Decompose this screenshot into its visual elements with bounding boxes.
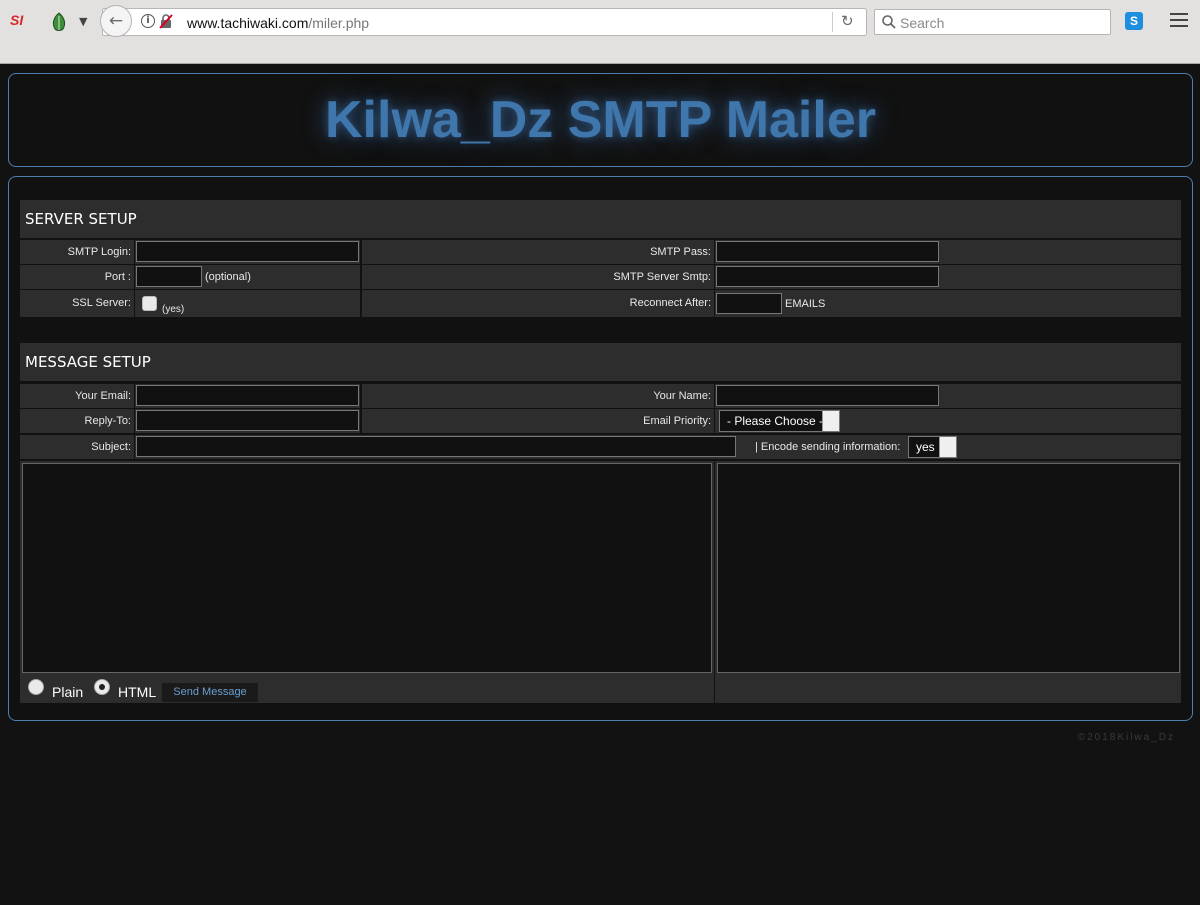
email-list-textarea[interactable] xyxy=(717,463,1180,673)
header-panel: Kilwa_Dz SMTP Mailer xyxy=(8,73,1193,167)
hamburger-menu-icon[interactable] xyxy=(1170,13,1188,29)
reload-icon[interactable]: ↻ xyxy=(841,12,854,30)
port-input[interactable] xyxy=(136,266,202,287)
url-text[interactable]: www.tachiwaki.com/miler.php xyxy=(187,15,369,31)
ssl-checkbox[interactable] xyxy=(142,296,157,311)
search-placeholder: Search xyxy=(900,15,945,31)
mixed-content-lock-icon[interactable] xyxy=(159,14,173,29)
your-name-label: Your Name: xyxy=(362,384,714,408)
reply-to-input[interactable] xyxy=(136,410,359,431)
encode-label: | Encode sending information: xyxy=(755,441,901,453)
email-priority-value: - Please Choose - xyxy=(727,414,824,428)
server-setup-heading: SERVER SETUP xyxy=(20,200,1181,238)
reply-to-label: Reply-To: xyxy=(20,409,134,433)
address-bar[interactable]: i www.tachiwaki.com/miler.php ↻ xyxy=(102,8,867,36)
message-body-textarea[interactable] xyxy=(22,463,712,673)
port-optional-note: (optional) xyxy=(205,271,251,283)
si-extension-label: SI xyxy=(10,12,24,28)
your-email-input[interactable] xyxy=(136,385,359,406)
browser-toolbar: SI ▼ i www.tachiwaki.com/miler.php ↻ ← S… xyxy=(0,0,1200,64)
ssl-server-label: SSL Server: xyxy=(20,290,134,317)
smtp-pass-label: SMTP Pass: xyxy=(362,240,714,264)
send-message-button[interactable]: Send Message xyxy=(162,683,258,702)
leaf-extension-icon[interactable] xyxy=(50,12,68,32)
encode-value: yes xyxy=(916,440,935,454)
your-email-label: Your Email: xyxy=(20,384,134,408)
info-icon[interactable]: i xyxy=(141,14,155,28)
reconnect-after-label: Reconnect After: xyxy=(362,290,714,317)
smtp-server-input[interactable] xyxy=(716,266,939,287)
reconnect-input[interactable] xyxy=(716,293,782,314)
si-extension-icon[interactable]: SI xyxy=(10,12,32,32)
email-priority-select[interactable]: - Please Choose - xyxy=(719,410,840,432)
smtp-server-label: SMTP Server Smtp: xyxy=(362,265,714,289)
smtp-pass-input[interactable] xyxy=(716,241,939,262)
footer-copyright: ©2018Kilwa_Dz xyxy=(1077,732,1175,743)
encode-select[interactable]: yes xyxy=(908,436,957,458)
your-name-input[interactable] xyxy=(716,385,939,406)
chevron-down-icon[interactable]: ▼ xyxy=(79,15,87,28)
page-title: Kilwa_Dz SMTP Mailer xyxy=(325,91,876,149)
send-options-bar-right xyxy=(715,675,1181,703)
email-priority-label: Email Priority: xyxy=(362,409,714,433)
search-icon xyxy=(882,15,896,29)
subject-input[interactable] xyxy=(136,436,736,457)
back-button[interactable]: ← xyxy=(100,5,132,37)
plain-radio[interactable] xyxy=(28,679,44,695)
dropdown-arrow-icon xyxy=(822,411,839,431)
plain-radio-label: Plain xyxy=(52,684,84,700)
search-box[interactable]: Search xyxy=(874,9,1111,35)
port-label: Port : xyxy=(20,265,134,289)
subject-label: Subject: xyxy=(20,435,134,459)
url-path: /miler.php xyxy=(308,15,370,31)
ssl-yes-note: (yes) xyxy=(162,304,185,315)
skype-extension-icon[interactable]: S xyxy=(1125,12,1143,30)
back-arrow-icon: ← xyxy=(108,11,124,31)
html-radio[interactable] xyxy=(94,679,110,695)
dropdown-arrow-icon xyxy=(939,437,956,457)
smtp-login-input[interactable] xyxy=(136,241,359,262)
address-bar-divider xyxy=(832,12,833,32)
url-domain: www.tachiwaki.com xyxy=(187,15,309,31)
emails-unit: EMAILS xyxy=(785,298,826,310)
smtp-login-label: SMTP Login: xyxy=(20,240,134,264)
skype-extension-label: S xyxy=(1129,14,1138,28)
message-setup-heading: MESSAGE SETUP xyxy=(20,343,1181,381)
html-radio-label: HTML xyxy=(118,684,157,700)
